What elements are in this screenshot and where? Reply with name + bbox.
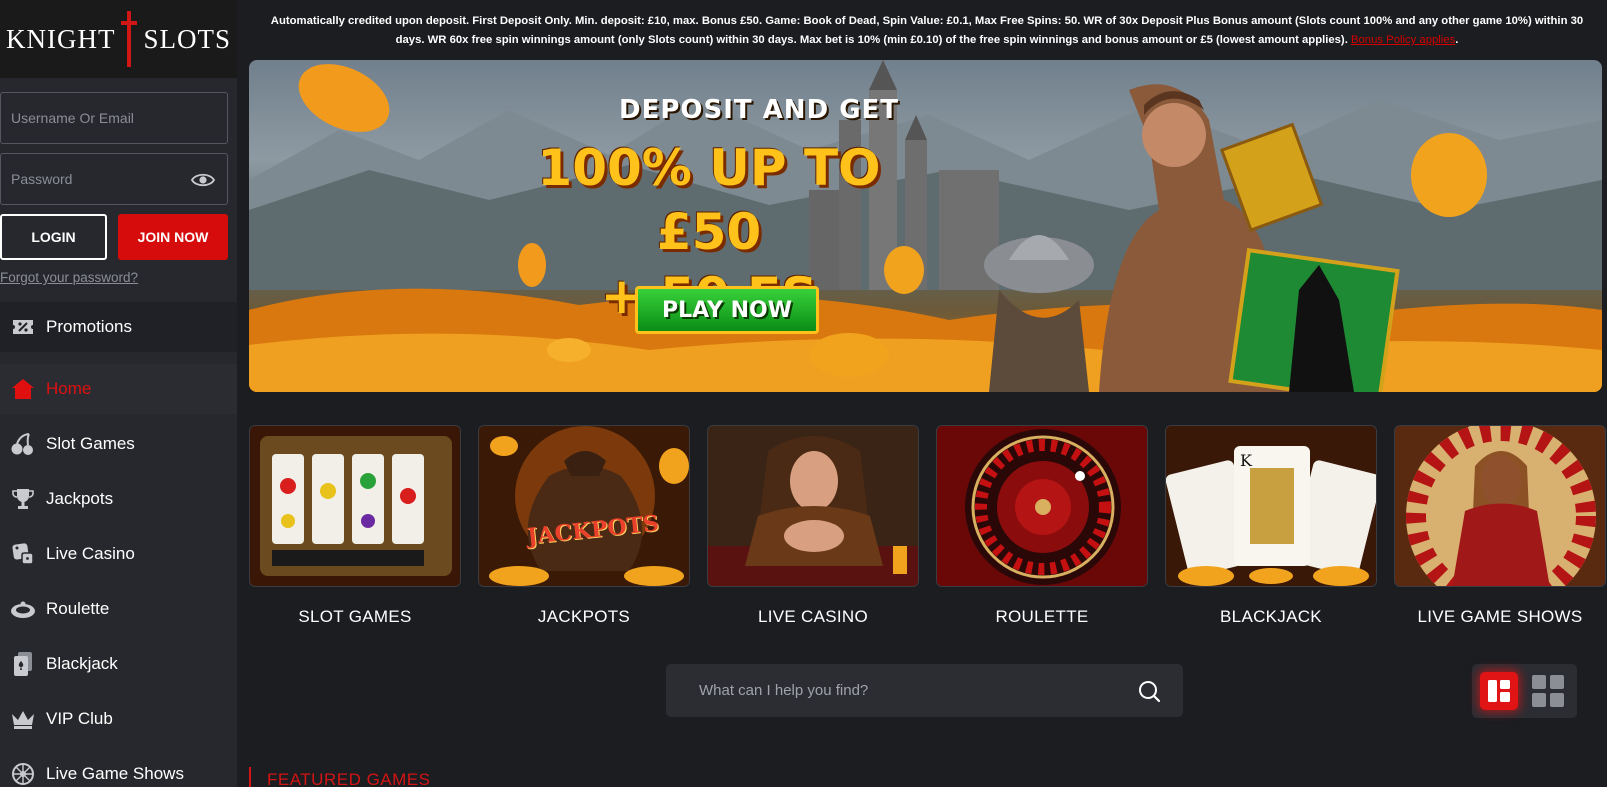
category-label: LIVE CASINO <box>757 607 869 626</box>
nav-label-slot-games: Slot Games <box>46 434 135 453</box>
sidebar: KNIGHT SLOTS LOGIN JOIN NOW Forgot your … <box>0 0 237 787</box>
login-button[interactable]: LOGIN <box>0 214 107 260</box>
nav-item-live-game-shows[interactable]: Live Game Shows <box>0 749 237 787</box>
nav-item-home[interactable]: Home <box>0 364 237 414</box>
jackpots-thumbnail: JACKPOTS <box>478 425 690 587</box>
slot-games-thumbnail <box>249 425 461 587</box>
dice-icon <box>10 541 36 567</box>
category-label: JACKPOTS <box>537 607 631 626</box>
username-field[interactable] <box>0 92 228 144</box>
nav-label-live-game-shows: Live Game Shows <box>46 764 184 783</box>
nav-item-vip-club[interactable]: VIP Club <box>0 694 237 744</box>
nav-label-home: Home <box>46 379 92 398</box>
play-now-button[interactable]: PLAY NOW <box>635 286 819 334</box>
game-search[interactable] <box>666 664 1183 717</box>
site-logo[interactable]: KNIGHT SLOTS <box>0 0 237 78</box>
cards-icon <box>10 651 36 677</box>
crown-icon <box>10 706 36 732</box>
category-label: BLACKJACK <box>1220 607 1322 626</box>
category-slot-games[interactable]: SLOT GAMES <box>249 425 461 627</box>
password-input[interactable] <box>1 171 181 187</box>
home-icon <box>10 376 36 402</box>
trophy-icon <box>10 486 36 512</box>
nav-item-slot-games[interactable]: Slot Games <box>0 419 237 469</box>
promo-banner[interactable]: DEPOSIT AND GET 100% UP TO £50 + 50 FS P… <box>249 60 1602 392</box>
blackjack-thumbnail: K <box>1165 425 1377 587</box>
password-field[interactable] <box>0 153 228 205</box>
nav-label-jackpots: Jackpots <box>46 489 114 508</box>
nav-separator <box>0 352 237 364</box>
category-jackpots[interactable]: JACKPOTS JACKPOTS <box>478 425 690 627</box>
terms-period: . <box>1455 34 1459 46</box>
sword-icon <box>121 11 138 67</box>
eye-icon[interactable] <box>191 168 215 192</box>
live-casino-thumbnail <box>707 425 919 587</box>
ticket-icon <box>10 314 36 340</box>
view-toggle <box>1472 664 1577 718</box>
list-view-button[interactable] <box>1480 672 1518 710</box>
category-grid: SLOT GAMES JACKPOTS JACKPOTS LIVE CASINO… <box>249 425 1606 635</box>
roulette-thumbnail <box>936 425 1148 587</box>
category-label: LIVE GAME SHOWS <box>1417 607 1583 626</box>
forgot-password-link[interactable]: Forgot your password? <box>0 270 138 285</box>
category-label: ROULETTE <box>995 607 1089 626</box>
nav-item-blackjack[interactable]: Blackjack <box>0 639 237 689</box>
nav-item-promotions[interactable]: Promotions <box>0 302 237 352</box>
cherries-icon <box>10 431 36 457</box>
live-game-shows-thumbnail <box>1394 425 1606 587</box>
bonus-terms: Automatically credited upon deposit. Fir… <box>247 0 1607 60</box>
nav-item-roulette[interactable]: Roulette <box>0 584 237 634</box>
svg-text:K: K <box>1240 451 1253 470</box>
featured-games-heading: FEATURED GAMES <box>267 770 431 787</box>
join-now-button[interactable]: JOIN NOW <box>118 214 228 260</box>
grid-layout-icon <box>1532 675 1564 707</box>
main-content: Automatically credited upon deposit. Fir… <box>237 0 1607 787</box>
roulette-icon <box>10 596 36 622</box>
search-icon[interactable] <box>1137 679 1161 703</box>
logo-text-right: SLOTS <box>143 23 231 54</box>
nav-label-live-casino: Live Casino <box>46 544 135 563</box>
category-label: SLOT GAMES <box>298 607 412 626</box>
nav-label-vip-club: VIP Club <box>46 709 113 728</box>
category-blackjack[interactable]: K BLACKJACK <box>1165 425 1377 627</box>
banner-kicker: DEPOSIT AND GET <box>619 95 900 125</box>
bonus-policy-link[interactable]: Bonus Policy applies <box>1351 34 1455 46</box>
grid-view-button[interactable] <box>1529 672 1567 710</box>
search-input[interactable] <box>699 682 1139 699</box>
category-live-game-shows[interactable]: LIVE GAME SHOWS <box>1394 425 1606 627</box>
category-roulette[interactable]: ROULETTE <box>936 425 1148 627</box>
nav-label-promotions: Promotions <box>46 317 132 336</box>
wheel-icon <box>10 761 36 787</box>
list-layout-icon <box>1488 680 1510 702</box>
username-input[interactable] <box>1 110 181 126</box>
featured-accent-bar <box>249 767 251 787</box>
nav-item-jackpots[interactable]: Jackpots <box>0 474 237 524</box>
banner-artwork <box>249 60 1602 392</box>
category-live-casino[interactable]: LIVE CASINO <box>707 425 919 627</box>
logo-text-left: KNIGHT <box>5 23 116 54</box>
banner-offer-line-1: 100% UP TO £50 <box>537 139 881 261</box>
nav-label-roulette: Roulette <box>46 599 110 618</box>
nav-item-live-casino[interactable]: Live Casino <box>0 529 237 579</box>
nav-label-blackjack: Blackjack <box>46 654 118 673</box>
